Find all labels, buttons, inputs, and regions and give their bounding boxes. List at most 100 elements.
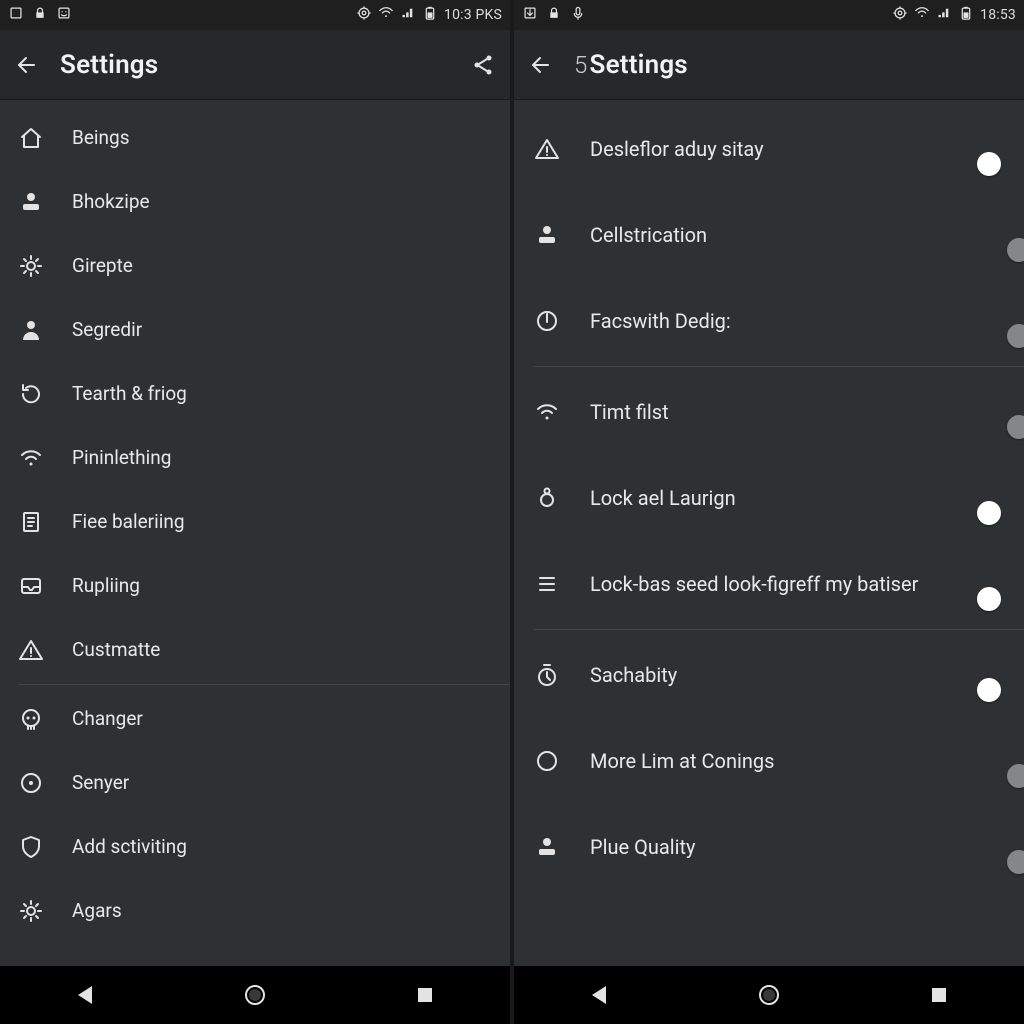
settings-row[interactable]: Girepte xyxy=(0,234,510,298)
share-button[interactable] xyxy=(470,52,496,78)
phone-left: 10:3 PKS Settings Beings Bhokzipe Girepte S… xyxy=(0,0,512,1024)
back-button[interactable] xyxy=(14,52,40,78)
settings-list: Desleflor aduy sitay Cellstrication Facswi… xyxy=(514,100,1024,966)
row-label: Girepte xyxy=(72,254,143,278)
row-label: Timt filst xyxy=(590,400,679,425)
row-label: Senyer xyxy=(72,771,139,795)
wifi-icon xyxy=(378,5,394,25)
settings-row[interactable]: Senyer xyxy=(0,751,510,815)
settings-row[interactable]: Beings xyxy=(0,106,510,170)
status-time: 10:3 PKS xyxy=(444,7,502,23)
status-bar: 10:3 PKS xyxy=(0,0,510,30)
refresh-icon xyxy=(18,381,44,407)
person-card-icon xyxy=(534,222,560,248)
settings-row[interactable]: Lock-bas seed look-figreff my batiser xyxy=(514,541,1024,627)
settings-row[interactable]: Add sctiviting xyxy=(0,815,510,879)
row-label: Beings xyxy=(72,126,140,150)
signal-icon xyxy=(400,5,416,25)
row-label: Custmatte xyxy=(72,638,170,662)
list-icon xyxy=(534,571,560,597)
status-time: 18:53 xyxy=(980,7,1016,23)
nav-recent-button[interactable] xyxy=(395,982,455,1008)
person-icon xyxy=(18,317,44,343)
settings-list: Beings Bhokzipe Girepte Segredir Tearth & fr… xyxy=(0,100,510,966)
settings-row[interactable]: Pininlething xyxy=(0,426,510,490)
separator xyxy=(534,366,1024,367)
nav-recent-button[interactable] xyxy=(909,982,969,1008)
person-card-icon xyxy=(534,834,560,860)
lock-icon xyxy=(546,5,562,25)
row-label: Plue Quality xyxy=(590,835,705,860)
back-button[interactable] xyxy=(528,52,554,78)
document-icon xyxy=(18,509,44,535)
ring-icon xyxy=(534,485,560,511)
status-bar: 18:53 xyxy=(514,0,1024,30)
row-label: Add sctiviting xyxy=(72,835,197,859)
title-text: Settings xyxy=(590,50,688,80)
download-box-icon xyxy=(522,5,538,25)
settings-row[interactable]: Rupliing xyxy=(0,554,510,618)
settings-row[interactable]: Cellstrication xyxy=(514,192,1024,278)
page-title: Settings xyxy=(60,50,158,80)
gear-icon xyxy=(18,898,44,924)
row-label: Lock ael Laurign xyxy=(590,486,746,511)
settings-row[interactable]: Segredir xyxy=(0,298,510,362)
settings-row[interactable]: Desleflor aduy sitay xyxy=(514,106,1024,192)
settings-row[interactable]: Custmatte xyxy=(0,618,510,682)
settings-row[interactable]: Bhokzipe xyxy=(0,170,510,234)
title-prefix: 5 xyxy=(574,51,588,79)
app-header: 5 Settings xyxy=(514,30,1024,100)
settings-row[interactable]: Tearth & friog xyxy=(0,362,510,426)
phone-right: 18:53 5 Settings Desleflor aduy sitay Cel… xyxy=(512,0,1024,1024)
target-icon xyxy=(18,770,44,796)
timer-icon xyxy=(534,662,560,688)
row-label: Tearth & friog xyxy=(72,382,197,406)
row-label: Changer xyxy=(72,707,153,731)
mic-icon xyxy=(570,5,586,25)
settings-row[interactable]: Plue Quality xyxy=(514,804,1024,890)
wifi-icon xyxy=(534,399,560,425)
nav-back-button[interactable] xyxy=(55,982,115,1008)
row-label: Segredir xyxy=(72,318,152,342)
settings-row[interactable]: Fiee baleriing xyxy=(0,490,510,554)
separator xyxy=(18,684,510,685)
home-icon xyxy=(18,125,44,151)
nav-home-button[interactable] xyxy=(225,982,285,1008)
wifi-icon xyxy=(18,445,44,471)
settings-row[interactable]: Sachabity xyxy=(514,632,1024,718)
nav-home-button[interactable] xyxy=(739,982,799,1008)
settings-row[interactable]: Facswith Dedig: xyxy=(514,278,1024,364)
row-label: Rupliing xyxy=(72,574,150,598)
row-label: Agars xyxy=(72,899,132,923)
row-label: More Lim at Conings xyxy=(590,749,784,774)
row-label: Cellstrication xyxy=(590,223,717,248)
row-label: Fiee baleriing xyxy=(72,510,195,534)
nav-bar xyxy=(514,966,1024,1024)
lock-icon xyxy=(32,5,48,25)
circle-icon xyxy=(534,748,560,774)
battery-icon xyxy=(422,5,438,25)
row-label: Desleflor aduy sitay xyxy=(590,137,774,162)
power-icon xyxy=(534,308,560,334)
battery-icon xyxy=(958,5,974,25)
settings-row[interactable]: More Lim at Conings xyxy=(514,718,1024,804)
nav-back-button[interactable] xyxy=(569,982,629,1008)
settings-badge-icon xyxy=(356,5,372,25)
page-title: 5 Settings xyxy=(574,50,688,80)
settings-row[interactable]: Lock ael Laurign xyxy=(514,455,1024,541)
nav-bar xyxy=(0,966,510,1024)
row-label: Pininlething xyxy=(72,446,181,470)
shield-icon xyxy=(18,834,44,860)
settings-row[interactable]: Changer xyxy=(0,687,510,751)
warning-icon xyxy=(534,136,560,162)
wifi-icon xyxy=(914,5,930,25)
separator xyxy=(534,629,1024,630)
settings-row[interactable]: Agars xyxy=(0,879,510,943)
row-label: Facswith Dedig: xyxy=(590,309,741,334)
row-label: Sachabity xyxy=(590,663,687,688)
face-icon xyxy=(56,5,72,25)
warning-icon xyxy=(18,637,44,663)
settings-row[interactable]: Timt filst xyxy=(514,369,1024,455)
signal-icon xyxy=(936,5,952,25)
inbox-icon xyxy=(18,573,44,599)
